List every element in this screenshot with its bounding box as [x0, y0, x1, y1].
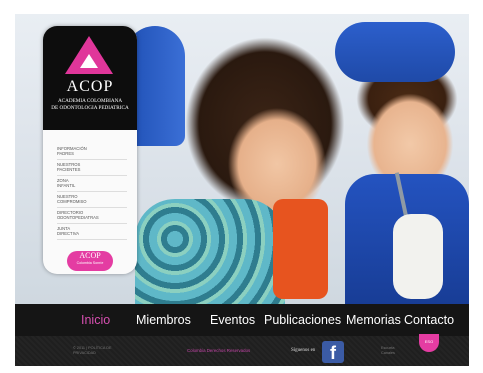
nav-contacto[interactable]: Contacto	[404, 313, 454, 327]
sidebar-item-zona-infantil[interactable]: ZONA INFANTIL	[57, 176, 127, 192]
nav-miembros[interactable]: Miembros	[136, 313, 191, 327]
footer-privacy[interactable]: © 2011 | POLÍTICA DE PRIVACIDAD	[73, 346, 112, 356]
page-frame: ACOP ACADEMIA COLOMBIANA DE ODONTOLOGIA …	[15, 14, 469, 366]
sidebar-item-nuestro-compromiso[interactable]: NUESTRO COMPROMISO	[57, 192, 127, 208]
sidebar-item-junta-directiva[interactable]: JUNTA DIRECTIVA	[57, 224, 127, 240]
sidebar-item-informacion-padres[interactable]: INFORMACIÓN PADRES	[57, 144, 127, 160]
sidebar: ACOP ACADEMIA COLOMBIANA DE ODONTOLOGIA …	[43, 26, 137, 274]
logo[interactable]: ACOP ACADEMIA COLOMBIANA DE ODONTOLOGIA …	[43, 26, 137, 130]
footer-follow-label: Síguenos en	[291, 348, 316, 353]
nav-memorias[interactable]: Memorias	[346, 313, 401, 327]
dentist-glove	[393, 214, 443, 299]
sidebar-item-nuestros-pacientes[interactable]: NUESTROS PACIENTES	[57, 160, 127, 176]
cta-title: ACOP	[79, 251, 101, 260]
logo-subtitle: ACADEMIA COLOMBIANA DE ODONTOLOGIA PEDIA…	[43, 98, 137, 111]
girl-shirt	[135, 199, 285, 309]
acop-colombia-sonrie-button[interactable]: ACOP Colombia Sonríe	[67, 251, 113, 271]
logo-text: ACOP	[66, 78, 114, 95]
facebook-icon[interactable]: f	[322, 341, 344, 363]
dental-chair-right	[335, 22, 455, 82]
footer-badge[interactable]: ESO	[419, 334, 439, 352]
main-nav: Inicio Miembros Eventos Publicaciones Me…	[15, 304, 469, 336]
logo-subtitle-line2: DE ODONTOLOGIA PEDIATRICA	[51, 104, 129, 111]
footer: © 2011 | POLÍTICA DE PRIVACIDAD Colombia …	[15, 334, 469, 366]
nav-publicaciones[interactable]: Publicaciones	[264, 313, 341, 327]
logo-triangle-inner-icon	[80, 54, 98, 68]
cta-subtitle: Colombia Sonríe	[76, 261, 104, 265]
sidebar-menu: INFORMACIÓN PADRES NUESTROS PACIENTES ZONA…	[57, 144, 127, 240]
nav-inicio[interactable]: Inicio	[81, 313, 110, 327]
footer-rights: Colombia Derechos Reservados	[187, 348, 251, 353]
footer-right-links[interactable]: Escuela Canales	[381, 346, 395, 356]
logo-subtitle-line1: ACADEMIA COLOMBIANA	[57, 98, 123, 104]
sidebar-item-directorio[interactable]: DIRECTORIO ODONTOPEDIATRAS	[57, 208, 127, 224]
bib	[273, 199, 328, 299]
nav-eventos[interactable]: Eventos	[210, 313, 255, 327]
